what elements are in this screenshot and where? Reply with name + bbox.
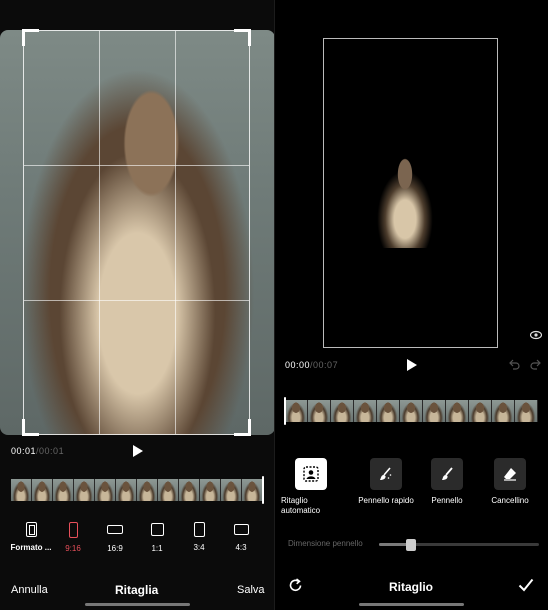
crop-editor-panel: 00:01/00:01 Formato ... 9:16 16:9 1:1 3:… <box>0 0 275 610</box>
grid-line <box>175 31 176 434</box>
ratio-9-16-icon <box>68 522 78 538</box>
crop-handle-top-left[interactable] <box>22 29 39 46</box>
total-time: 00:01 <box>39 446 65 456</box>
undo-icon[interactable] <box>508 359 520 370</box>
grid-line <box>99 31 100 434</box>
crop-frame[interactable] <box>22 29 251 436</box>
redo-icon[interactable] <box>530 359 542 370</box>
play-icon[interactable] <box>407 359 417 371</box>
page-title: Ritaglia <box>115 583 159 597</box>
crop-handle-bottom-left[interactable] <box>22 419 39 436</box>
crop-handle-top-right[interactable] <box>234 29 251 46</box>
cutout-subject <box>370 158 440 248</box>
film-frame <box>200 479 221 501</box>
ratio-16-9-icon <box>107 525 123 534</box>
film-frame <box>158 479 179 501</box>
total-time: 00:07 <box>313 360 339 370</box>
film-frame <box>492 400 515 422</box>
crop-handle-bottom-right[interactable] <box>234 419 251 436</box>
brush-icon <box>431 458 463 490</box>
format-9-16[interactable]: 9:16 <box>51 522 95 553</box>
grid-line <box>24 300 249 301</box>
film-frame <box>53 479 74 501</box>
film-frame <box>423 400 446 422</box>
format-16-9[interactable]: 16:9 <box>93 522 137 553</box>
format-3-4[interactable]: 3:4 <box>177 522 221 552</box>
play-icon[interactable] <box>133 445 143 457</box>
cutout-editor-panel: 00:00/00:07 Ritaglio automatico Pennello… <box>275 0 548 610</box>
film-frame <box>95 479 116 501</box>
brush-size-label: Dimensione pennello <box>288 539 363 548</box>
film-frame <box>331 400 354 422</box>
format-4-3[interactable]: 4:3 <box>219 522 263 552</box>
playhead[interactable] <box>284 397 286 425</box>
film-frame <box>137 479 158 501</box>
brush-size-slider-knob[interactable] <box>406 539 416 551</box>
format-original-icon <box>25 522 37 537</box>
film-frame <box>515 400 538 422</box>
film-frame <box>74 479 95 501</box>
format-1-1[interactable]: 1:1 <box>135 522 179 553</box>
film-frame <box>11 479 32 501</box>
film-frame <box>221 479 242 501</box>
ratio-4-3-icon <box>233 524 249 535</box>
ratio-3-4-icon <box>193 522 205 537</box>
cancel-button[interactable]: Annulla <box>11 584 48 596</box>
film-frame <box>285 400 308 422</box>
tool-brush[interactable]: Pennello <box>412 458 482 505</box>
tool-auto-cutout[interactable]: Ritaglio automatico <box>276 458 346 516</box>
auto-cutout-icon <box>295 458 327 490</box>
format-original[interactable]: Formato ... <box>9 522 53 552</box>
tool-quick-brush[interactable]: Pennello rapido <box>351 458 421 505</box>
film-frame <box>469 400 492 422</box>
playhead[interactable] <box>262 476 264 504</box>
film-frame <box>308 400 331 422</box>
film-frame <box>116 479 137 501</box>
playback-time: 00:00/00:07 <box>285 360 339 370</box>
home-indicator <box>85 603 190 606</box>
home-indicator <box>359 603 464 606</box>
film-frame <box>32 479 53 501</box>
reset-icon[interactable] <box>288 578 303 593</box>
ratio-1-1-icon <box>150 523 164 536</box>
current-time: 00:01 <box>11 446 37 456</box>
film-frame <box>179 479 200 501</box>
quick-brush-icon <box>370 458 402 490</box>
film-frame <box>354 400 377 422</box>
timeline-filmstrip[interactable] <box>285 400 538 422</box>
film-frame <box>242 479 263 501</box>
eye-icon[interactable] <box>530 330 542 340</box>
tool-eraser[interactable]: Cancellino <box>475 458 545 505</box>
film-frame <box>400 400 423 422</box>
page-title: Ritaglio <box>389 580 433 594</box>
playback-time: 00:01/00:01 <box>11 446 65 456</box>
timeline-filmstrip[interactable] <box>11 479 263 501</box>
grid-line <box>24 165 249 166</box>
film-frame <box>377 400 400 422</box>
film-frame <box>446 400 469 422</box>
current-time: 00:00 <box>285 360 311 370</box>
save-button[interactable]: Salva <box>237 584 265 596</box>
confirm-check-icon[interactable] <box>518 578 534 592</box>
eraser-icon <box>494 458 526 490</box>
